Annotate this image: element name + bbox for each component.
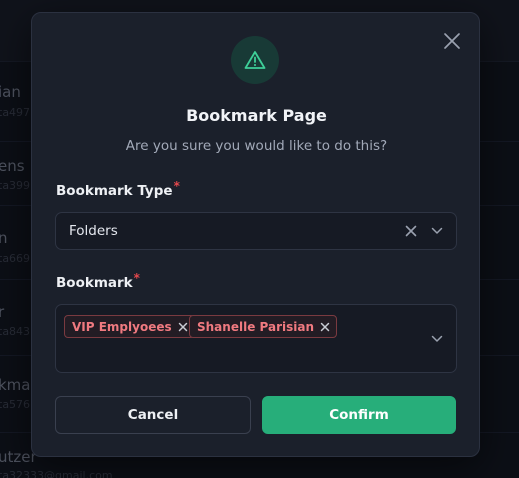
bookmark-label: Bookmark* [56,271,140,291]
bookmark-multiselect[interactable]: VIP Emplyoees Shanelle Parisian [55,304,457,373]
close-button[interactable] [441,30,463,52]
confirm-button[interactable]: Confirm [262,396,456,434]
cancel-button[interactable]: Cancel [55,396,251,434]
tag-label: VIP Emplyoees [72,319,172,334]
bookmark-type-label: Bookmark Type* [56,179,180,199]
required-asterisk: * [173,179,180,193]
remove-tag-button[interactable] [320,322,330,332]
warning-triangle-icon [244,51,266,69]
warning-badge [231,36,279,84]
bookmark-type-label-text: Bookmark Type [56,183,173,199]
tag-label: Shanelle Parisian [197,319,315,334]
dropdown-toggle[interactable] [429,331,445,347]
remove-icon [320,322,330,331]
dialog-title: Bookmark Page [186,106,327,125]
remove-tag-button[interactable] [178,322,188,332]
required-asterisk: * [133,271,140,285]
clear-selection-button[interactable] [403,223,419,239]
bookmark-dialog: Bookmark Page Are you sure you would lik… [31,12,480,457]
dropdown-toggle[interactable] [429,223,445,239]
bookmark-label-text: Bookmark [56,275,133,291]
clear-icon [405,225,417,237]
selected-tag: VIP Emplyoees [64,315,195,338]
remove-icon [178,322,187,331]
chevron-down-icon [431,227,443,234]
chevron-down-icon [431,335,443,342]
selected-tag: Shanelle Parisian [189,315,338,338]
bookmark-type-select[interactable]: Folders [55,212,457,250]
close-icon [444,33,460,49]
dialog-subtitle: Are you sure you would like to do this? [125,138,388,154]
bookmark-type-value: Folders [69,223,118,239]
